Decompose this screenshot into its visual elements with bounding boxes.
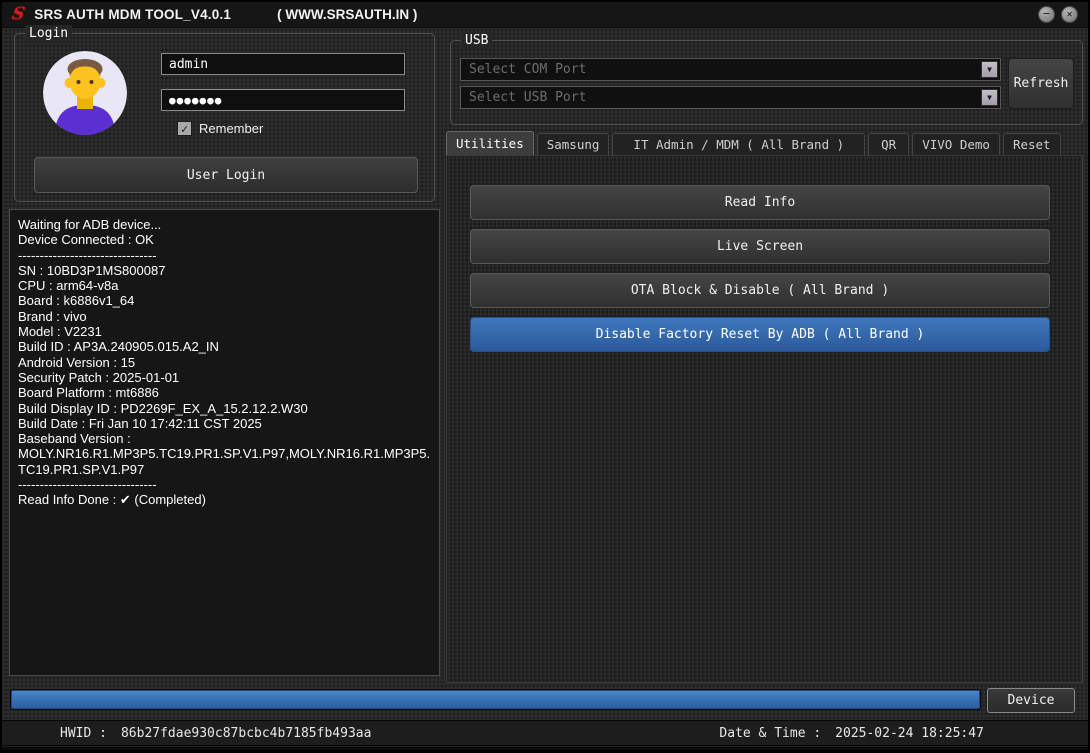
log-line: CPU : arm64-v8a bbox=[18, 278, 431, 293]
log-line: Device Connected : OK bbox=[18, 232, 431, 247]
tab[interactable]: Samsung bbox=[537, 133, 610, 156]
hwid-label: HWID : bbox=[60, 726, 107, 741]
tab[interactable]: Reset bbox=[1003, 133, 1061, 156]
tab[interactable]: VIVO Demo bbox=[912, 133, 1000, 156]
log-line: Waiting for ADB device... bbox=[18, 217, 431, 232]
action-button[interactable]: Disable Factory Reset By ADB ( All Brand… bbox=[470, 317, 1050, 352]
usb-port-select[interactable]: Select USB Port ▼ bbox=[460, 86, 1001, 109]
user-avatar bbox=[43, 51, 127, 135]
log-line: Board Platform : mt6886 bbox=[18, 385, 431, 400]
log-line: Android Version : 15 bbox=[18, 355, 431, 370]
chevron-down-icon[interactable]: ▼ bbox=[981, 61, 998, 78]
window-controls: ─ ✕ bbox=[1038, 6, 1078, 23]
app-logo-icon: S bbox=[10, 6, 26, 23]
log-line: Model : V2231 bbox=[18, 324, 431, 339]
device-button[interactable]: Device bbox=[987, 688, 1075, 713]
tab[interactable]: IT Admin / MDM ( All Brand ) bbox=[612, 133, 865, 156]
remember-label: Remember bbox=[199, 121, 263, 136]
log-line: Read Info Done : ✔ (Completed) bbox=[18, 492, 431, 507]
password-input[interactable] bbox=[161, 89, 405, 111]
datetime-label: Date & Time : bbox=[719, 726, 821, 741]
tab-bar: UtilitiesSamsungIT Admin / MDM ( All Bra… bbox=[446, 131, 1061, 156]
log-line: -------------------------------- bbox=[18, 477, 431, 492]
app-title: SRS AUTH MDM TOOL_V4.0.1 bbox=[34, 7, 231, 22]
status-bar: HWID : 86b27fdae930c87bcbc4b7185fb493aa … bbox=[2, 720, 1088, 746]
usb-group: USB Select COM Port ▼ Select USB Port ▼ … bbox=[450, 40, 1083, 125]
datetime-block: Date & Time : 2025-02-24 18:25:47 bbox=[719, 726, 983, 741]
progress-bar bbox=[10, 689, 981, 710]
refresh-button[interactable]: Refresh bbox=[1008, 58, 1074, 109]
log-line: Build ID : AP3A.240905.015.A2_IN bbox=[18, 339, 431, 354]
minimize-icon[interactable]: ─ bbox=[1038, 6, 1055, 23]
log-output[interactable]: Waiting for ADB device...Device Connecte… bbox=[9, 209, 440, 676]
tab[interactable]: QR bbox=[868, 133, 909, 156]
app-subtitle: ( WWW.SRSAUTH.IN ) bbox=[277, 7, 417, 22]
chevron-down-icon[interactable]: ▼ bbox=[981, 89, 998, 106]
action-button[interactable]: Read Info bbox=[470, 185, 1050, 220]
action-button-list: Read Info Live Screen OTA Block & Disable … bbox=[470, 185, 1050, 352]
usb-port-placeholder: Select USB Port bbox=[469, 90, 586, 105]
action-button[interactable]: Live Screen bbox=[470, 229, 1050, 264]
log-line: Build Date : Fri Jan 10 17:42:11 CST 202… bbox=[18, 416, 431, 431]
username-input[interactable] bbox=[161, 53, 405, 75]
close-icon[interactable]: ✕ bbox=[1061, 6, 1078, 23]
login-group: Login ✓ Remember User Login bbox=[14, 33, 435, 202]
log-line: -------------------------------- bbox=[18, 248, 431, 263]
log-line: Build Display ID : PD2269F_EX_A_15.2.12.… bbox=[18, 401, 431, 416]
progress-bar-fill bbox=[11, 690, 980, 709]
action-button[interactable]: OTA Block & Disable ( All Brand ) bbox=[470, 273, 1050, 308]
log-line: Security Patch : 2025-01-01 bbox=[18, 370, 431, 385]
utilities-tab-page: Read Info Live Screen OTA Block & Disable … bbox=[446, 155, 1083, 683]
com-port-select[interactable]: Select COM Port ▼ bbox=[460, 58, 1001, 81]
hwid-block: HWID : 86b27fdae930c87bcbc4b7185fb493aa bbox=[60, 726, 371, 741]
login-group-label: Login bbox=[25, 25, 72, 42]
usb-group-label: USB bbox=[461, 32, 492, 49]
title-bar: S SRS AUTH MDM TOOL_V4.0.1 ( WWW.SRSAUTH… bbox=[2, 2, 1088, 28]
log-line: Brand : vivo bbox=[18, 309, 431, 324]
remember-row: ✓ Remember bbox=[177, 121, 263, 136]
log-line: Board : k6886v1_64 bbox=[18, 293, 431, 308]
bottom-strip bbox=[2, 747, 1088, 750]
com-port-placeholder: Select COM Port bbox=[469, 62, 586, 77]
tab[interactable]: Utilities bbox=[446, 131, 534, 156]
datetime-value: 2025-02-24 18:25:47 bbox=[835, 726, 984, 741]
user-login-button[interactable]: User Login bbox=[34, 157, 418, 193]
log-line: SN : 10BD3P1MS800087 bbox=[18, 263, 431, 278]
app-window: S SRS AUTH MDM TOOL_V4.0.1 ( WWW.SRSAUTH… bbox=[2, 2, 1088, 750]
log-line: Baseband Version : bbox=[18, 431, 431, 446]
remember-checkbox[interactable]: ✓ bbox=[177, 121, 192, 136]
log-line: MOLY.NR16.R1.MP3P5.TC19.PR1.SP.V1.P97,MO… bbox=[18, 446, 431, 477]
hwid-value: 86b27fdae930c87bcbc4b7185fb493aa bbox=[121, 726, 371, 741]
